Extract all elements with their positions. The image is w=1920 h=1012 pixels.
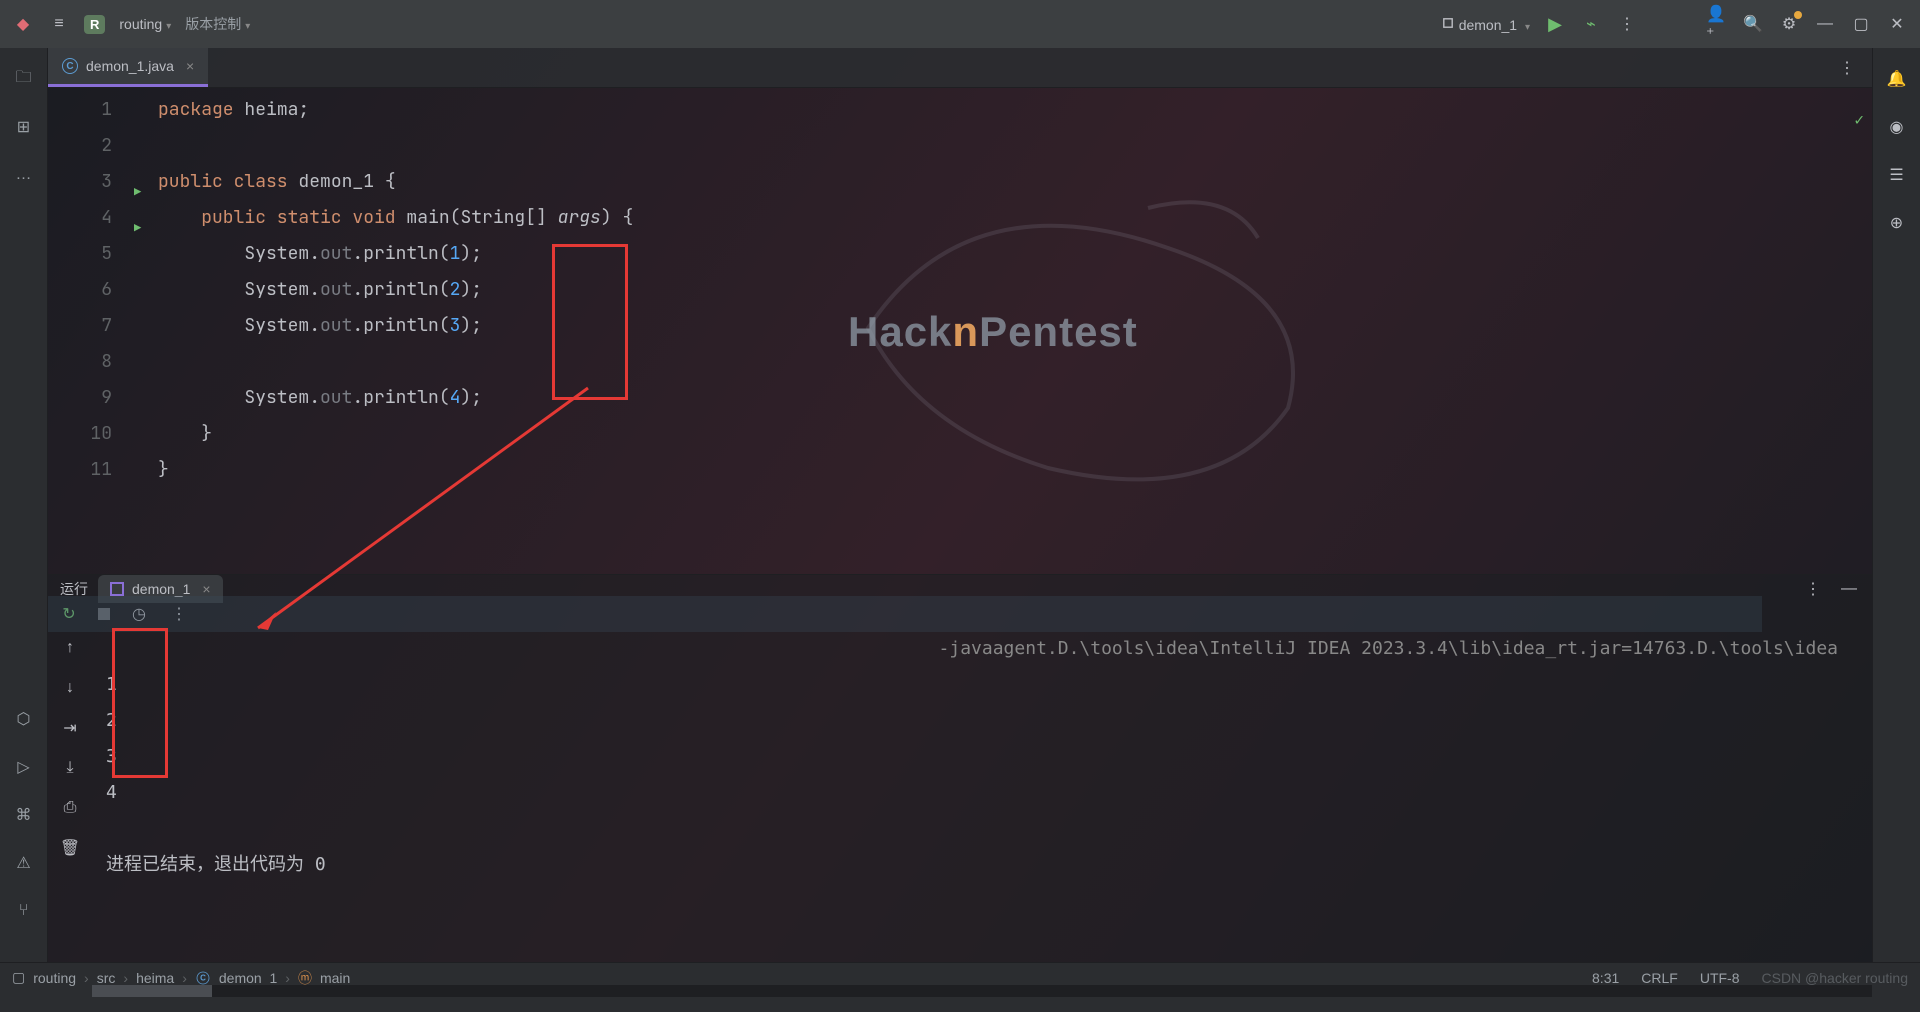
web-icon[interactable]: ⊕ (1886, 212, 1908, 234)
ai-assist-icon[interactable]: ◉ (1886, 116, 1908, 138)
project-tree-icon[interactable]: 🗀 (13, 68, 35, 90)
print-icon[interactable]: ⎙ (59, 797, 81, 819)
collaborate-icon[interactable]: 👤⁺ (1706, 13, 1728, 35)
hamburger-icon[interactable]: ≡ (48, 13, 70, 35)
database-icon[interactable]: ☰ (1886, 164, 1908, 186)
editor-tab-bar: C demon_1.java × ⋮ (48, 48, 1872, 88)
left-toolbar: 🗀 ⊞ … ⬡ ▷ ⌘ ⚠ ⑂ (0, 48, 48, 962)
tab-more-icon[interactable]: ⋮ (1836, 57, 1858, 79)
annotation-box-output (112, 628, 168, 778)
settings-icon[interactable]: ⚙ (1778, 13, 1800, 35)
vcs-menu[interactable]: 版本控制 (185, 14, 250, 34)
editor-area: HacknPentest C demon_1.java × ⋮ 12345678… (48, 48, 1872, 962)
trash-icon[interactable]: 🗑 (59, 837, 81, 859)
project-selector[interactable]: routing (119, 16, 171, 32)
more-icon[interactable]: ⋮ (1616, 13, 1638, 35)
down-icon[interactable]: ↓ (59, 677, 81, 699)
more-tools-icon[interactable]: … (13, 164, 35, 186)
app-logo-icon: ◆ (12, 13, 34, 35)
close-icon[interactable]: ✕ (1886, 13, 1908, 35)
titlebar: ◆ ≡ R routing 版本控制 demon_1 ▶ ⌁ ⋮ 👤⁺ 🔍 ⚙ … (0, 0, 1920, 48)
right-toolbar: 🔔 ◉ ☰ ⊕ (1872, 48, 1920, 962)
run-config-selector[interactable]: demon_1 (1441, 16, 1530, 33)
java-file-icon: C (62, 58, 78, 74)
console-scrollbar[interactable] (92, 985, 1872, 997)
run-app-icon (110, 582, 124, 596)
debug-icon[interactable]: ⌁ (1580, 13, 1602, 35)
console-gutter: ↑ ↓ ⇥ ⤓ ⎙ 🗑 (48, 625, 92, 997)
git-icon[interactable]: ⑂ (13, 900, 35, 922)
run-icon[interactable]: ▶ (1544, 13, 1566, 35)
structure-icon[interactable]: ⊞ (13, 116, 35, 138)
file-tab[interactable]: C demon_1.java × (48, 48, 208, 87)
status-watermark: CSDN @hacker routing (1762, 970, 1909, 986)
file-tab-label: demon_1.java (86, 58, 174, 74)
minimize-icon[interactable]: — (1814, 13, 1836, 35)
code-editor[interactable]: 1234567891011▶▶package heima; public cla… (48, 88, 1872, 574)
close-tab-icon[interactable]: × (186, 58, 194, 74)
services-icon[interactable]: ⬡ (13, 708, 35, 730)
hide-panel-icon[interactable]: — (1838, 578, 1860, 600)
scroll-end-icon[interactable]: ⤓ (59, 757, 81, 779)
project-badge[interactable]: R (84, 15, 105, 34)
run-panel-more-icon[interactable]: ⋮ (1802, 578, 1824, 600)
terminal-icon[interactable]: ⌘ (13, 804, 35, 826)
search-icon[interactable]: 🔍 (1742, 13, 1764, 35)
maximize-icon[interactable]: ▢ (1850, 13, 1872, 35)
problems-icon[interactable]: ⚠ (13, 852, 35, 874)
notifications-icon[interactable]: 🔔 (1886, 68, 1908, 90)
run-panel: 运行 demon_1 × ⋮ — ↻ ◷ ⋮ (48, 574, 1872, 962)
close-run-tab-icon[interactable]: × (202, 581, 210, 597)
up-icon[interactable]: ↑ (59, 637, 81, 659)
annotation-box-code (552, 244, 628, 400)
soft-wrap-icon[interactable]: ⇥ (59, 717, 81, 739)
run-tool-icon[interactable]: ▷ (13, 756, 35, 778)
run-app-icon (1443, 18, 1453, 28)
console-output[interactable]: -javaagent.D.\tools\idea\IntelliJ IDEA 2… (92, 625, 1872, 997)
